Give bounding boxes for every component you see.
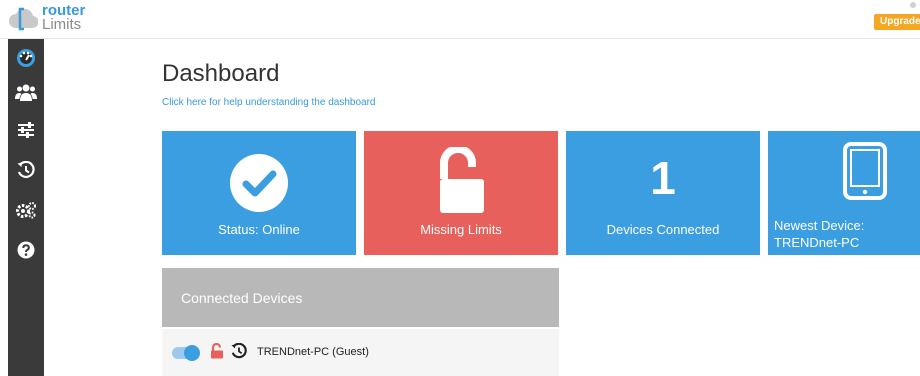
missing-limits-label: Missing Limits [420,222,502,237]
sidebar [8,39,44,376]
cloud-logo-icon [9,7,38,31]
list-item: TRENDnet-PC (Guest) [162,329,559,376]
tablet-icon [843,142,887,200]
unlock-icon[interactable] [210,343,224,359]
status-label: Status: Online [218,222,300,237]
users-group-icon [15,84,37,101]
help-icon [17,241,35,259]
account-indicator-icon [910,2,916,8]
devices-connected-count: 1 [650,152,676,204]
missing-limits-tile[interactable]: Missing Limits [364,131,558,255]
connected-devices-panel: Connected Devices [162,268,559,327]
newest-device-label: Newest Device: TRENDnet-PC [774,218,865,250]
unlock-icon [440,147,484,213]
connected-devices-title: Connected Devices [181,290,303,306]
device-name[interactable]: TRENDnet-PC (Guest) [257,346,369,358]
dashboard-gauge-icon [17,49,35,67]
history-icon[interactable] [231,343,247,359]
top-bar: router Limits Upgrade to [0,0,920,39]
sidebar-item-users[interactable] [8,77,44,107]
router-limits-logo[interactable]: router Limits [8,3,85,33]
upgrade-button[interactable]: Upgrade to [874,14,920,30]
sidebar-item-help[interactable] [8,235,44,265]
gears-icon [16,202,36,219]
devices-connected-tile[interactable]: 1 Devices Connected [566,131,760,255]
devices-connected-label: Devices Connected [606,222,720,237]
sidebar-item-dashboard[interactable] [8,43,44,73]
sliders-icon [18,122,34,138]
check-circle-icon [230,154,288,212]
page-title: Dashboard [162,60,280,87]
logo-text-limits: Limits [42,16,82,33]
device-enabled-toggle[interactable] [172,345,200,361]
sidebar-item-settings[interactable] [8,115,44,145]
status-tile[interactable]: Status: Online [162,131,356,255]
dashboard-help-link[interactable]: Click here for help understanding the da… [162,97,375,108]
history-icon [17,161,35,179]
sidebar-item-advanced[interactable] [8,195,44,225]
sidebar-item-history[interactable] [8,155,44,185]
newest-device-tile[interactable]: Newest Device: TRENDnet-PC [768,131,920,255]
